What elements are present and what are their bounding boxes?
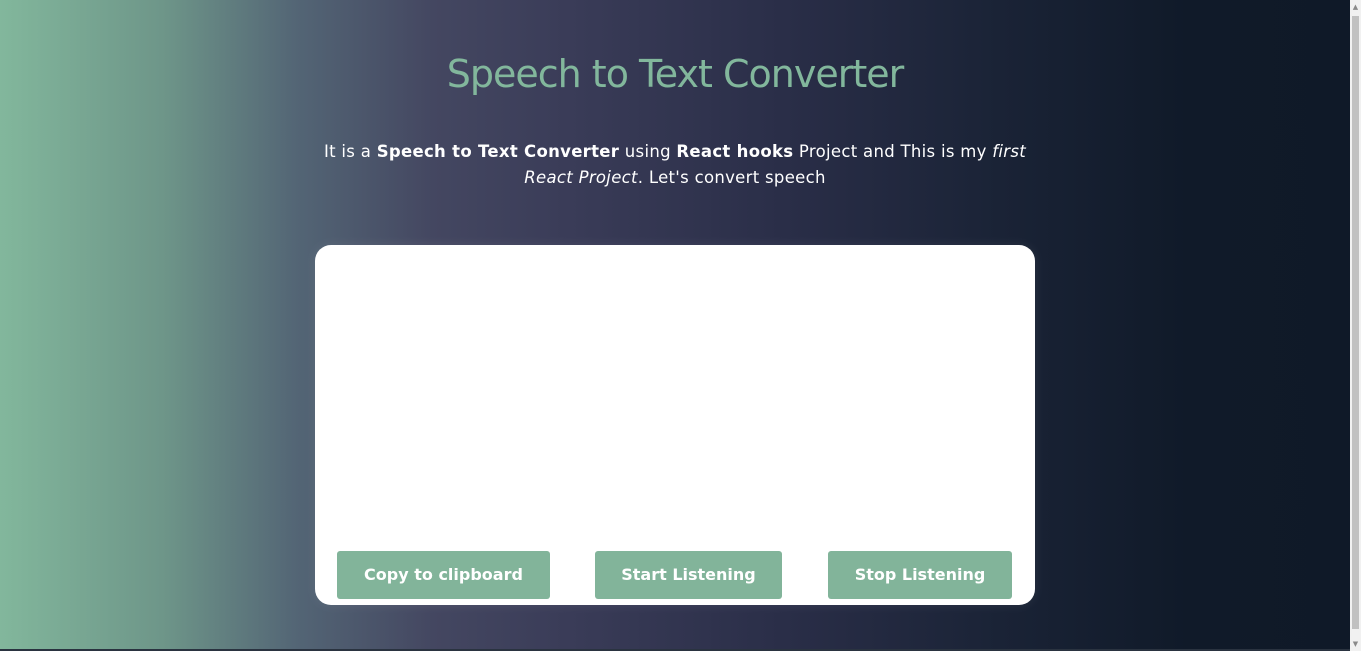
start-listening-button[interactable]: Start Listening [595,551,782,599]
project-description: It is a Speech to Text Converter using R… [310,139,1040,191]
description-text: . Let's convert speech [637,168,826,187]
vertical-scrollbar[interactable]: ▲ ▼ [1350,0,1361,651]
stop-listening-button[interactable]: Stop Listening [828,551,1012,599]
scroll-up-arrow-icon[interactable]: ▲ [1350,0,1361,14]
description-bold-tech: React hooks [676,142,794,161]
page-title: Speech to Text Converter [446,52,904,96]
page-background: Speech to Text Converter It is a Speech … [0,0,1350,651]
description-text: using [619,142,677,161]
copy-to-clipboard-button[interactable]: Copy to clipboard [337,551,550,599]
transcript-card: Copy to clipboard Start Listening Stop L… [315,245,1035,605]
description-text: Project and This is my [793,142,993,161]
scroll-down-arrow-icon[interactable]: ▼ [1350,637,1361,651]
description-bold-title: Speech to Text Converter [376,142,620,161]
scrollbar-thumb[interactable] [1352,16,1359,629]
description-text: It is a [323,142,377,161]
transcript-area[interactable] [335,265,1015,545]
